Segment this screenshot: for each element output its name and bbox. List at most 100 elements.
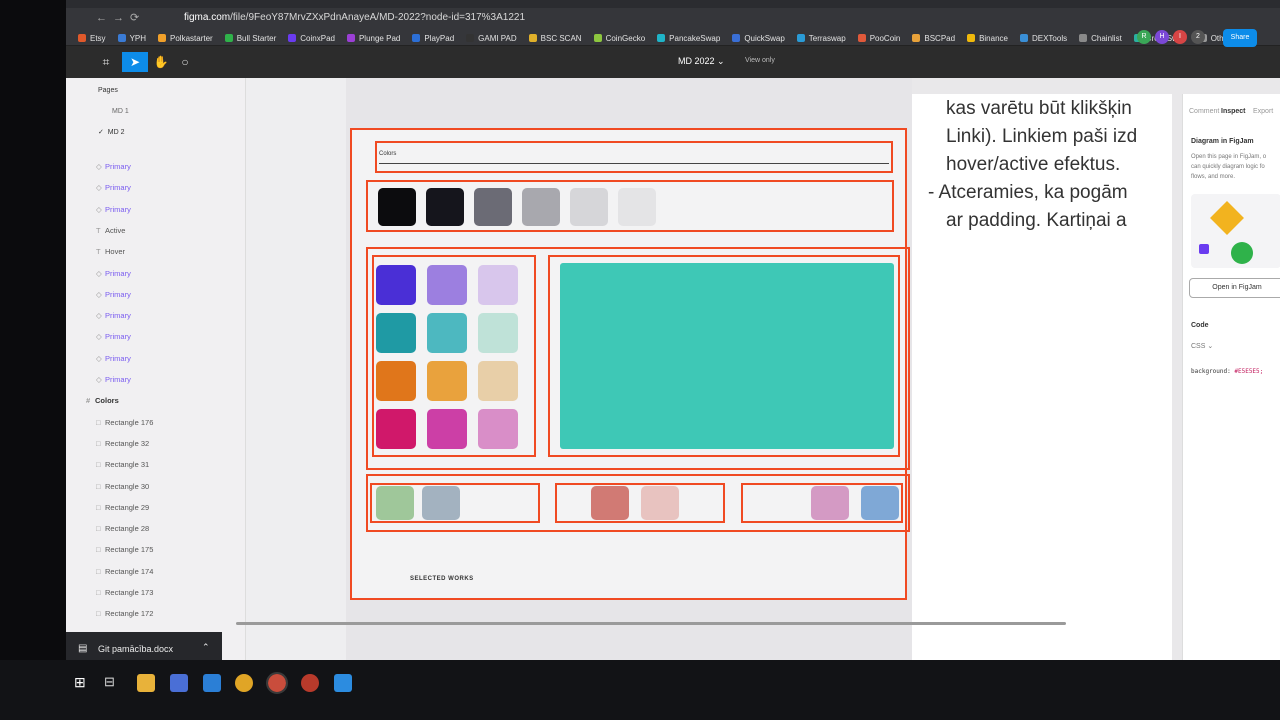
color-swatch[interactable]	[376, 265, 416, 305]
file-explorer-icon[interactable]	[137, 674, 155, 692]
bookmark-item[interactable]: CoinGecko	[593, 34, 645, 43]
address-bar[interactable]: ←→⟳ figma.com/file/9FeoY87MrvZXxPdnAnaye…	[66, 8, 1280, 28]
layer-item[interactable]: T Hover	[96, 247, 125, 256]
url-text[interactable]: figma.com/file/9FeoY87MrvZXxPdnAnayeA/MD…	[184, 12, 525, 23]
layer-item[interactable]: ◇ Primary	[96, 205, 131, 214]
layer-item[interactable]: # Colors	[86, 396, 119, 405]
task-view-icon[interactable]: ⊟	[104, 674, 115, 690]
bookmark-item[interactable]: CoinxPad	[288, 34, 335, 43]
layer-item[interactable]: □ Rectangle 29	[96, 503, 149, 512]
bookmark-item[interactable]: BSCPad	[912, 34, 955, 43]
chrome-icon[interactable]	[235, 674, 253, 692]
layer-item[interactable]: ◇ Primary	[96, 354, 131, 363]
chevron-up-icon[interactable]: ⌃	[202, 642, 210, 653]
color-swatch[interactable]	[427, 361, 467, 401]
layer-item[interactable]: □ Rectangle 172	[96, 609, 153, 618]
layer-item[interactable]: ◇ Primary	[96, 162, 131, 171]
file-title[interactable]: MD 2022 ⌄	[678, 56, 725, 67]
layer-item[interactable]: □ Rectangle 176	[96, 418, 153, 427]
main-menu-icon[interactable]: ⌗	[94, 52, 118, 72]
gray-swatch[interactable]	[522, 188, 560, 226]
bookmark-item[interactable]: Chainlist	[1079, 34, 1122, 43]
layer-item[interactable]: □ Rectangle 32	[96, 439, 149, 448]
page-item-selected[interactable]: ✓ MD 2	[98, 128, 125, 136]
layer-item[interactable]: □ Rectangle 28	[96, 524, 149, 533]
bookmark-item[interactable]: DEXTools	[1019, 34, 1067, 43]
tab-inspect[interactable]: Inspect	[1221, 108, 1246, 115]
tab-strip[interactable]	[66, 0, 1280, 8]
color-swatch[interactable]	[478, 361, 518, 401]
avatar[interactable]: R	[1137, 30, 1151, 44]
hand-tool-icon[interactable]: ✋	[150, 52, 172, 72]
layer-item[interactable]: T Active	[96, 226, 125, 235]
page-item[interactable]: MD 1	[112, 108, 129, 115]
avatar[interactable]: H	[1155, 30, 1169, 44]
color-swatch[interactable]	[427, 409, 467, 449]
layer-item[interactable]: ◇ Primary	[96, 290, 131, 299]
bookmark-item[interactable]: Etsy	[78, 34, 106, 43]
bookmark-item[interactable]: Polkastarter	[158, 34, 213, 43]
gray-swatch[interactable]	[378, 188, 416, 226]
layer-item[interactable]: □ Rectangle 31	[96, 460, 149, 469]
comment-tool-icon[interactable]: ○	[174, 52, 196, 72]
bookmark-item[interactable]: BSC SCAN	[528, 34, 582, 43]
color-swatch[interactable]	[376, 361, 416, 401]
mail-icon[interactable]	[203, 674, 221, 692]
bottom-swatch[interactable]	[591, 486, 629, 520]
bookmark-item[interactable]: Binance	[967, 34, 1008, 43]
layer-item[interactable]: ◇ Primary	[96, 332, 131, 341]
bottom-swatch[interactable]	[641, 486, 679, 520]
bottom-swatch[interactable]	[422, 486, 460, 520]
tab-export[interactable]: Export	[1253, 108, 1273, 115]
figma-toolbar: ⌗ ➤ ✋ ○ MD 2022 ⌄ View only	[66, 46, 1280, 78]
bottom-swatch[interactable]	[376, 486, 414, 520]
layer-item[interactable]: ◇ Primary	[96, 269, 131, 278]
tab-comment[interactable]: Comment	[1189, 108, 1219, 115]
store-icon[interactable]	[170, 674, 188, 692]
layer-type-icon: □	[96, 438, 101, 448]
gray-swatch[interactable]	[426, 188, 464, 226]
open-in-figjam-button[interactable]: Open in FigJam	[1189, 278, 1280, 298]
layer-item[interactable]: ◇ Primary	[96, 183, 131, 192]
big-color-swatch[interactable]	[560, 263, 894, 449]
gray-swatch[interactable]	[474, 188, 512, 226]
bottom-swatch[interactable]	[811, 486, 849, 520]
chrome-alt-icon[interactable]	[301, 674, 319, 692]
bookmark-item[interactable]: QuickSwap	[732, 34, 785, 43]
layer-item[interactable]: □ Rectangle 173	[96, 588, 153, 597]
layer-item[interactable]: □ Rectangle 30	[96, 482, 149, 491]
layer-item[interactable]: □ Rectangle 175	[96, 545, 153, 554]
layer-item[interactable]: ◇ Primary	[96, 311, 131, 320]
bookmark-item[interactable]: YPH	[117, 34, 146, 43]
color-swatch[interactable]	[478, 313, 518, 353]
bookmark-item[interactable]: PooCoin	[857, 34, 900, 43]
vscode-icon[interactable]	[334, 674, 352, 692]
horizontal-scrollbar[interactable]	[236, 622, 1066, 625]
code-lang-select[interactable]: CSS ⌄	[1191, 342, 1213, 350]
color-swatch[interactable]	[478, 265, 518, 305]
color-swatch[interactable]	[376, 313, 416, 353]
avatar-count[interactable]: 2	[1191, 30, 1205, 44]
colors-frame[interactable]: Colors SELECTED WORKS	[350, 128, 910, 600]
bookmark-item[interactable]: Plunge Pad	[346, 34, 400, 43]
bookmark-item[interactable]: PlayPad	[412, 34, 454, 43]
share-button[interactable]: Share	[1223, 29, 1257, 47]
color-swatch[interactable]	[478, 409, 518, 449]
bookmark-item[interactable]: Bull Starter	[224, 34, 276, 43]
color-swatch[interactable]	[427, 265, 467, 305]
bookmark-item[interactable]: GAMI PAD	[466, 34, 517, 43]
layer-item[interactable]: □ Rectangle 174	[96, 567, 153, 576]
move-tool-icon[interactable]: ➤	[122, 52, 148, 72]
browser-nav-icons[interactable]: ←→⟳	[96, 11, 145, 24]
gray-swatch[interactable]	[570, 188, 608, 226]
bookmark-item[interactable]: Terraswap	[796, 34, 846, 43]
bookmark-item[interactable]: PancakeSwap	[657, 34, 720, 43]
chrome-profile-icon[interactable]	[266, 672, 288, 694]
color-swatch[interactable]	[376, 409, 416, 449]
bottom-swatch[interactable]	[861, 486, 899, 520]
layer-item[interactable]: ◇ Primary	[96, 375, 131, 384]
gray-swatch[interactable]	[618, 188, 656, 226]
windows-start-icon[interactable]: ⊞	[74, 674, 86, 691]
color-swatch[interactable]	[427, 313, 467, 353]
avatar[interactable]: I	[1173, 30, 1187, 44]
